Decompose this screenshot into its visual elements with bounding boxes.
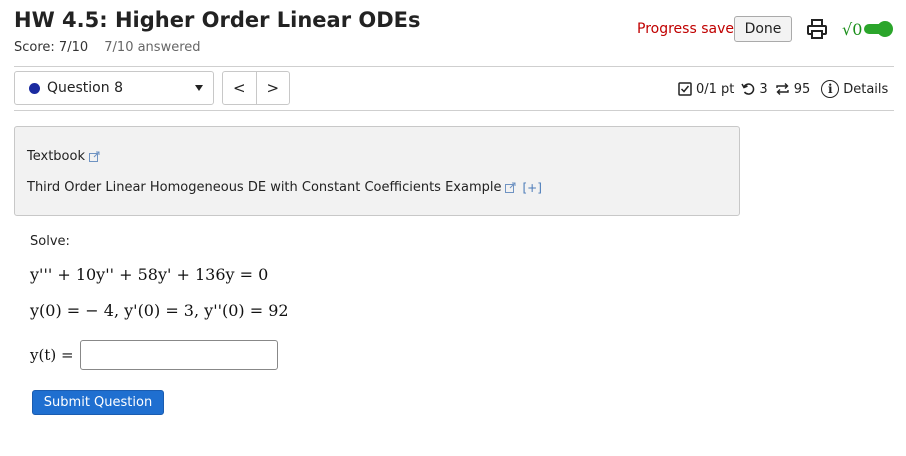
points-info: 0/1 pt <box>678 82 734 97</box>
solve-instruction: Solve: <box>30 234 70 249</box>
attempts-count: 95 <box>793 81 811 97</box>
details-label: Details <box>843 81 889 97</box>
help-resources-box <box>14 126 740 216</box>
print-icon[interactable] <box>806 18 828 40</box>
answer-input[interactable] <box>79 340 278 370</box>
score-summary: Score: 7/10 7/10 answered <box>14 40 201 55</box>
chevron-down-icon <box>195 85 203 91</box>
toggle-switch[interactable] <box>864 21 894 37</box>
undo-icon <box>741 83 755 95</box>
answer-row: y(t) = <box>30 340 278 370</box>
divider <box>14 66 894 67</box>
retries-count: 3 <box>759 81 768 97</box>
progress-saved-status: Progress saved <box>637 21 743 37</box>
expand-link[interactable]: [+] <box>522 181 541 195</box>
done-button[interactable]: Done <box>734 16 792 42</box>
toggle-knob <box>877 21 894 37</box>
submit-question-button[interactable]: Submit Question <box>32 390 164 415</box>
differential-equation: y''' + 10y'' + 58y' + 136y = 0 <box>30 265 269 284</box>
previous-question-button[interactable]: < <box>223 72 256 104</box>
retries-info: 3 <box>741 81 768 97</box>
repeat-icon <box>775 83 789 95</box>
question-select-label: Question 8 <box>47 80 123 96</box>
external-link-icon <box>88 151 100 162</box>
question-status-dot <box>29 82 40 94</box>
question-meta: 0/1 pt 3 95 i Details <box>678 80 888 98</box>
square-root-icon: √0 <box>842 19 863 39</box>
math-entry-toggle[interactable]: √0 <box>842 18 894 40</box>
details-button[interactable]: i Details <box>821 80 888 98</box>
chevron-right-icon: > <box>266 79 280 97</box>
score-label: Score: 7/10 <box>14 40 89 55</box>
textbook-label: Textbook <box>27 149 85 164</box>
next-question-button[interactable]: > <box>255 72 290 104</box>
question-select[interactable]: Question 8 <box>14 71 214 105</box>
info-icon: i <box>821 80 840 98</box>
question-nav-group: < > <box>222 71 290 105</box>
external-link-icon[interactable] <box>505 182 516 193</box>
page-title: HW 4.5: Higher Order Linear ODEs <box>14 8 421 32</box>
points-label: 0/1 pt <box>696 81 735 97</box>
textbook-link[interactable]: Textbook <box>27 149 100 164</box>
divider <box>14 110 894 111</box>
checkbox-icon <box>678 82 692 96</box>
attempts-info: 95 <box>775 81 811 97</box>
chevron-left-icon: < <box>232 79 246 97</box>
example-link[interactable]: Third Order Linear Homogeneous DE with C… <box>27 180 501 195</box>
example-resource: Third Order Linear Homogeneous DE with C… <box>27 180 542 195</box>
initial-conditions: y(0) = − 4, y'(0) = 3, y''(0) = 92 <box>30 301 289 320</box>
answer-label: y(t) = <box>30 346 74 364</box>
answered-count: 7/10 answered <box>104 40 201 55</box>
